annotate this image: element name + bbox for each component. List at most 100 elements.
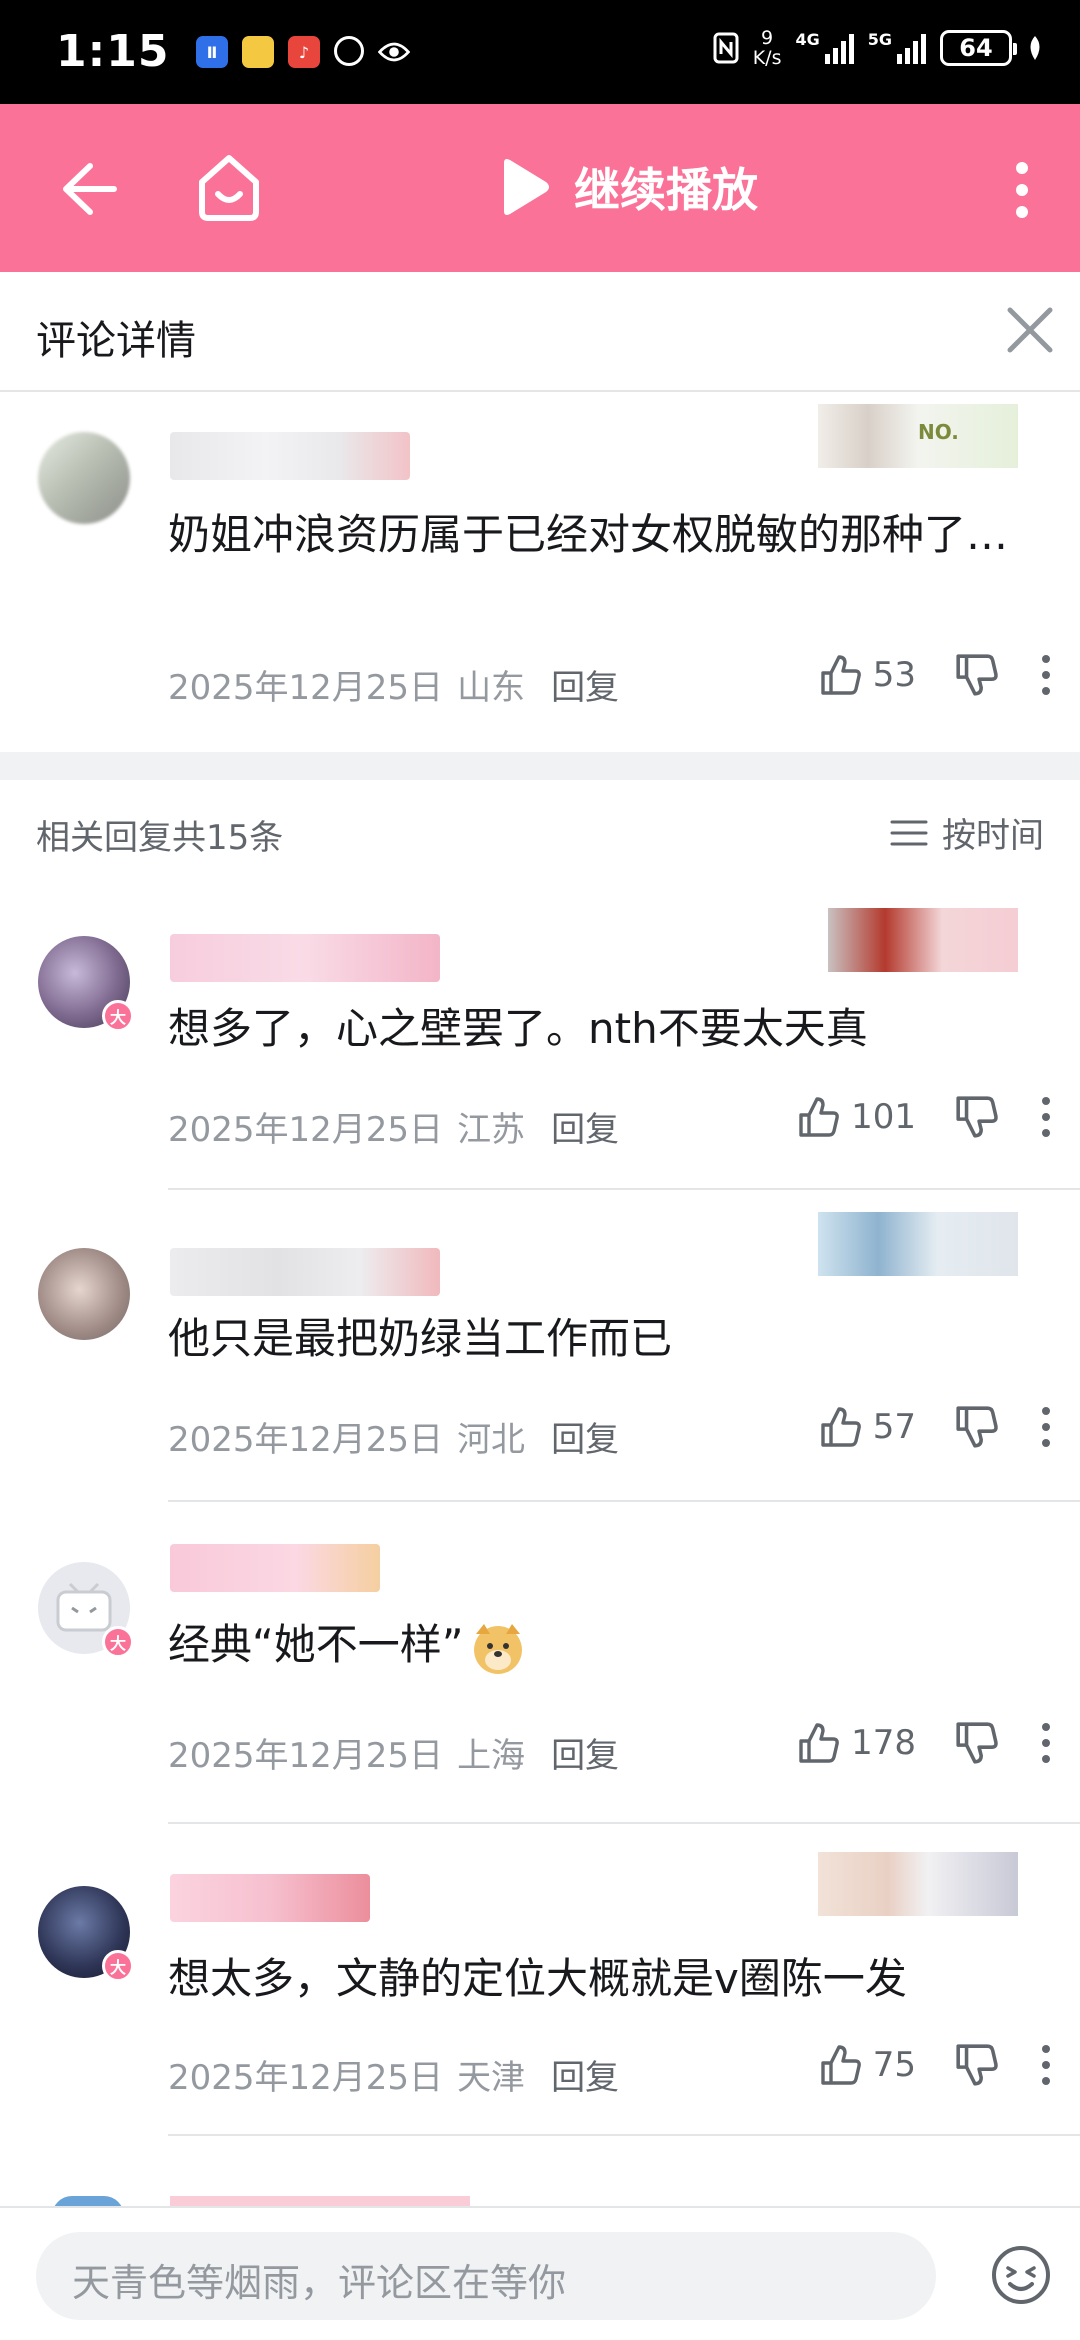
more-vertical-icon[interactable] [992, 158, 1052, 222]
more-vertical-icon[interactable] [1036, 652, 1056, 698]
thumbs-down-icon[interactable] [954, 1404, 1000, 1450]
comment-location: 上海 [457, 1736, 526, 1776]
comment-text: 想多了，心之壁罢了。nth不要太天真 [168, 1004, 868, 1053]
more-vertical-icon[interactable] [1036, 1094, 1056, 1140]
default-avatar-icon [56, 1582, 112, 1632]
battery-icon: 64 [940, 30, 1017, 66]
thumbs-up-icon [799, 1097, 839, 1137]
comment-meta: 2025年12月25日 河北 回复 [168, 1412, 619, 1461]
reply-button[interactable]: 回复 [551, 660, 619, 709]
avatar[interactable] [38, 1248, 130, 1340]
thumbs-up-icon [821, 1407, 861, 1447]
thumbs-down-icon[interactable] [954, 1720, 1000, 1766]
thumbs-down-icon[interactable] [954, 1094, 1000, 1140]
leaf-icon [1030, 36, 1040, 60]
signal-4g-icon: 4G [795, 30, 854, 64]
notification-icons: Ⅱ ♪ [196, 36, 410, 68]
nfc-icon [713, 32, 739, 64]
comment-meta: 2025年12月25日 山东 回复 [168, 660, 619, 709]
divider [168, 2134, 1080, 2136]
comment-actions: 75 [819, 2042, 1080, 2088]
more-vertical-icon[interactable] [1036, 2042, 1056, 2088]
reply-button[interactable]: 回复 [551, 1412, 619, 1461]
battery-level: 64 [959, 34, 993, 62]
sort-list-icon [890, 820, 928, 845]
avatar[interactable]: 大 [38, 936, 134, 1032]
network-speed: 9 K/s [753, 28, 782, 68]
status-time: 1:15 [56, 26, 170, 77]
comment-actions: 178 [797, 1720, 1080, 1766]
sort-label: 按时间 [942, 816, 1044, 856]
comment-date: 2025年12月25日 [168, 1420, 444, 1460]
vip-badge: 大 [102, 1950, 134, 1982]
comment-location: 河北 [457, 1420, 526, 1460]
username-blurred[interactable] [170, 1544, 380, 1592]
fan-badge [818, 1212, 1018, 1276]
reply-item: 他只是最把奶绿当工作而已 2025年12月25日 河北 回复 57 [0, 1190, 1080, 1502]
comment-text: 他只是最把奶绿当工作而已 [168, 1314, 673, 1363]
thumbs-down-icon[interactable] [954, 652, 1000, 698]
section-separator [0, 752, 1080, 780]
like-count: 53 [872, 655, 916, 695]
like-button[interactable]: 53 [819, 653, 916, 697]
avatar[interactable]: 大 [38, 1562, 134, 1658]
thumbs-down-icon[interactable] [954, 2042, 1000, 2088]
avatar[interactable]: 大 [38, 1886, 134, 1982]
thumbs-up-icon [821, 2045, 861, 2085]
comment-location: 山东 [457, 668, 526, 708]
vip-badge: 大 [102, 1626, 134, 1658]
comment-actions: 101 [797, 1094, 1080, 1140]
app-notification-icon: Ⅱ [196, 36, 228, 68]
more-vertical-icon[interactable] [1036, 1720, 1056, 1766]
status-bar: 1:15 Ⅱ ♪ 9 K/s 4G 5G 64 [0, 0, 1080, 104]
comment-input-placeholder: 天青色等烟雨，评论区在等你 [72, 2261, 567, 2305]
home-icon[interactable] [192, 150, 266, 224]
status-right: 9 K/s 4G 5G 64 [713, 28, 1044, 68]
comment-detail-bar: 评论详情 [0, 272, 1080, 392]
username-blurred[interactable] [170, 432, 410, 480]
fan-badge [828, 908, 1018, 972]
reply-button[interactable]: 回复 [551, 2050, 619, 2099]
close-icon[interactable] [1002, 302, 1058, 358]
username-blurred[interactable] [170, 1874, 370, 1922]
continue-play-button[interactable]: 继续播放 [496, 154, 758, 220]
username-blurred[interactable] [170, 934, 440, 982]
comment-meta: 2025年12月25日 天津 回复 [168, 2050, 619, 2099]
comment-input[interactable]: 天青色等烟雨，评论区在等你 [36, 2232, 936, 2320]
play-icon [504, 159, 549, 215]
signal-4g-label: 4G [795, 30, 820, 49]
like-count: 101 [851, 1097, 916, 1137]
more-vertical-icon[interactable] [1036, 1404, 1056, 1450]
sort-button[interactable]: 按时间 [890, 808, 1044, 857]
comment-input-bar: 天青色等烟雨，评论区在等你 [0, 2206, 1080, 2340]
signal-5g-label: 5G [867, 30, 892, 49]
avatar[interactable] [38, 432, 130, 524]
vip-badge: 大 [102, 1000, 134, 1032]
notes-notification-icon [242, 36, 274, 68]
back-arrow-icon[interactable] [50, 154, 120, 224]
comment-text: 经典“她不一样” [168, 1614, 1008, 1676]
comment-date: 2025年12月25日 [168, 1736, 444, 1776]
like-count: 75 [872, 2045, 916, 2085]
like-button[interactable]: 101 [797, 1095, 916, 1139]
comment-date: 2025年12月25日 [168, 2058, 444, 2098]
reply-item: 大 经典“她不一样” 2025年12月25日 上海 回复 178 [0, 1502, 1080, 1822]
comment-meta: 2025年12月25日 江苏 回复 [168, 1102, 619, 1151]
like-button[interactable]: 178 [797, 1721, 916, 1765]
username-blurred[interactable] [170, 1248, 440, 1296]
like-count: 178 [851, 1723, 916, 1763]
comment-actions: 57 [819, 1404, 1080, 1450]
reply-item: 大 想太多，文静的定位大概就是v圈陈一发 2025年12月25日 天津 回复 7… [0, 1824, 1080, 2136]
thumbs-up-icon [821, 655, 861, 695]
net-speed-unit: K/s [752, 47, 782, 69]
reply-item: 大 想多了，心之壁罢了。nth不要太天真 2025年12月25日 江苏 回复 1… [0, 880, 1080, 1192]
app-header: 继续播放 [0, 104, 1080, 272]
reply-button[interactable]: 回复 [551, 1102, 619, 1151]
detail-title: 评论详情 [36, 318, 196, 364]
comment-date: 2025年12月25日 [168, 668, 444, 708]
like-button[interactable]: 75 [819, 2043, 916, 2087]
emoji-icon[interactable] [990, 2244, 1052, 2306]
root-comment: NO. 奶姐冲浪资历属于已经对女权脱敏的那种了… 2025年12月25日 山东 … [0, 392, 1080, 752]
like-button[interactable]: 57 [819, 1405, 916, 1449]
reply-button[interactable]: 回复 [551, 1728, 619, 1777]
